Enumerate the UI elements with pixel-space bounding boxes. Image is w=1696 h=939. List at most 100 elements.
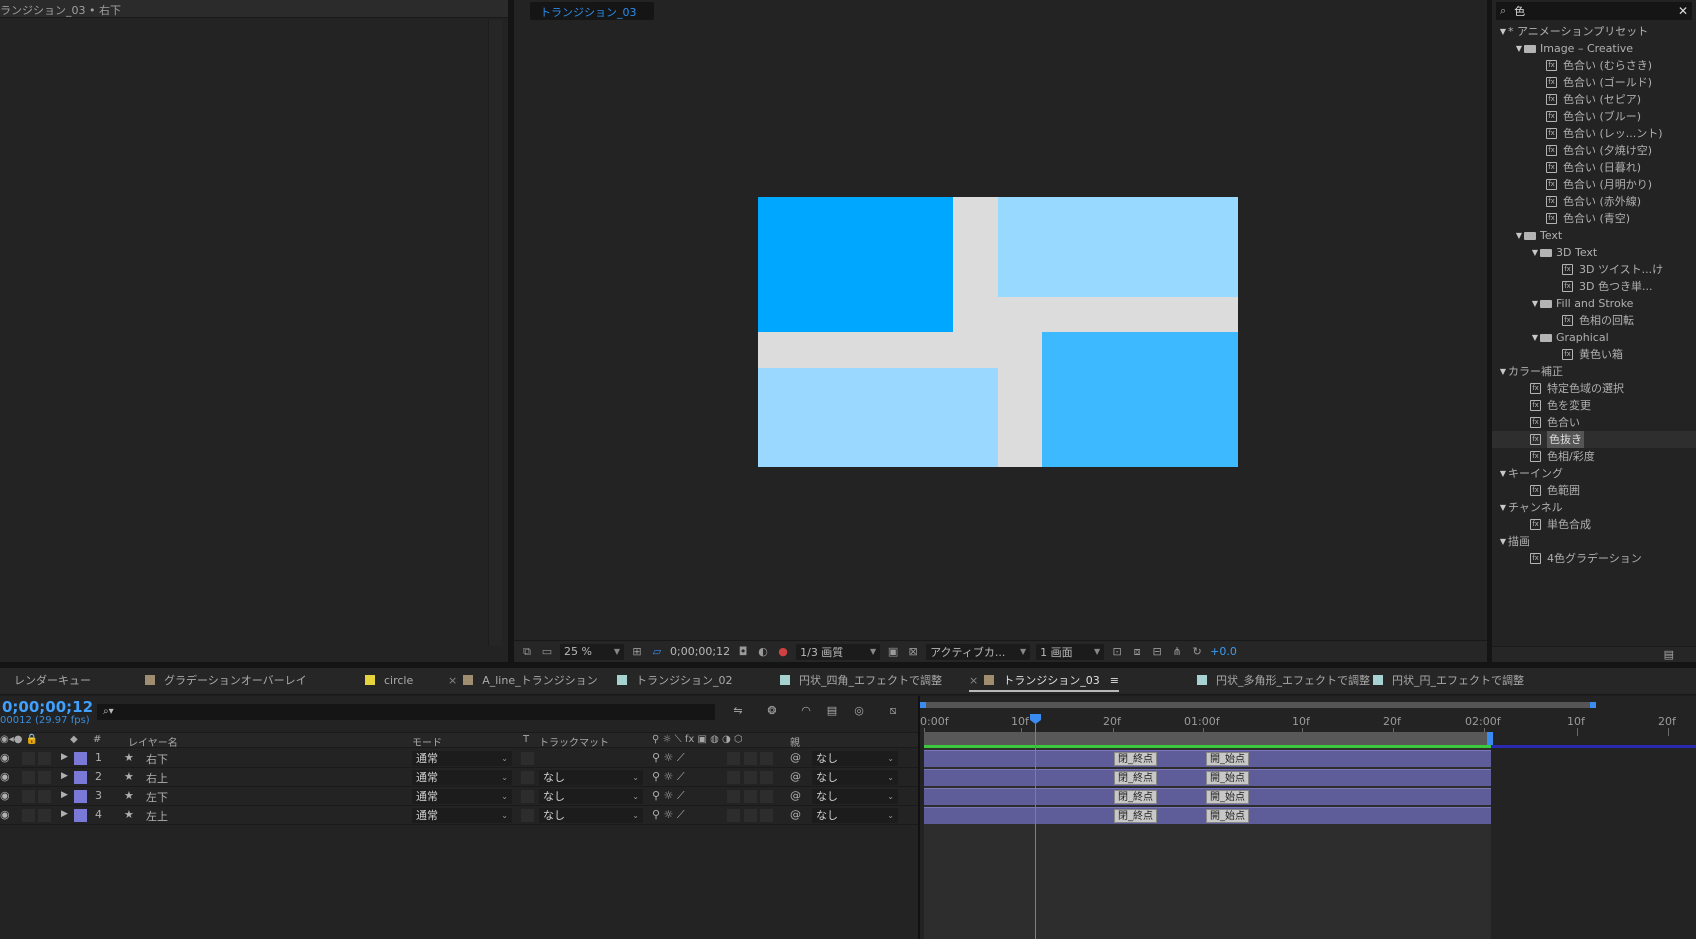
layer-duration-bar[interactable]: 閉_終点 開_始点 (924, 769, 1491, 786)
layer-search-input[interactable]: ⌕▾ (97, 704, 715, 720)
camera-snapshot-icon[interactable]: ◘ (736, 645, 750, 658)
marker-start[interactable]: 開_始点 (1206, 771, 1249, 785)
disclosure-triangle-icon[interactable]: ▼ (1498, 363, 1508, 380)
effect-item[interactable]: fx 色を変更 (1492, 397, 1696, 414)
preserve-transparency-checkbox[interactable] (521, 809, 534, 825)
fast-preview-icon[interactable]: ⧈ (1130, 645, 1144, 658)
layer-switches[interactable]: ⚲ ☼ ⟋ (652, 751, 685, 765)
visibility-eye-icon[interactable]: ◉ (0, 808, 10, 821)
track-matte-dropdown[interactable]: なし ⌄ (539, 770, 643, 785)
lock-switch[interactable] (38, 809, 51, 825)
layer-switches[interactable]: ⚲ ☼ ⟋ (652, 808, 685, 822)
effect-folder[interactable]: ▼ Fill and Stroke (1492, 295, 1696, 312)
marker-end[interactable]: 閉_終点 (1114, 752, 1157, 766)
effects-search-field[interactable]: ⌕ 色 ✕ (1496, 2, 1692, 20)
preserve-transparency-checkbox[interactable] (521, 752, 534, 768)
panel-menu-icon[interactable]: ≡ (1110, 674, 1119, 687)
work-area-top[interactable] (920, 702, 1596, 708)
comp-tab[interactable]: × A_line_トランジション (448, 672, 598, 692)
layer-name[interactable]: 左上 (146, 808, 168, 824)
col-layer-name[interactable]: レイヤー名 (128, 734, 178, 749)
blend-mode-dropdown[interactable]: 通常 ⌄ (412, 751, 512, 766)
transparency-grid-icon[interactable]: ⊠ (906, 645, 920, 658)
fx-switches[interactable] (727, 752, 773, 768)
disclosure-triangle-icon[interactable]: ▼ (1514, 40, 1524, 57)
solo-switch[interactable] (22, 752, 35, 768)
comp-tab[interactable]: グラデーションオーバーレイ (145, 672, 307, 692)
preserve-transparency-checkbox[interactable] (521, 771, 534, 787)
reset-exposure-icon[interactable]: ↻ (1190, 645, 1204, 658)
new-bin-icon[interactable]: ▤ (1664, 648, 1674, 661)
monitor-icon[interactable]: ▭ (540, 645, 554, 658)
effect-item[interactable]: fx 単色合成 (1492, 516, 1696, 533)
comp-tab[interactable]: 円状_円_エフェクトで調整 (1373, 672, 1524, 692)
effect-item[interactable]: fx 色合い (ゴールド) (1492, 74, 1696, 91)
effect-item[interactable]: fx 特定色域の選択 (1492, 380, 1696, 397)
disclosure-triangle-icon[interactable]: ▼ (1530, 244, 1540, 261)
effect-item[interactable]: fx 色合い (レッ...ント) (1492, 125, 1696, 142)
comp-tab[interactable]: トランジション_02 (617, 672, 733, 692)
graph-editor-icon[interactable]: ⧅ (885, 704, 901, 718)
frame-blending-icon[interactable]: ▤ (824, 704, 840, 718)
marker-end[interactable]: 閉_終点 (1114, 790, 1157, 804)
lock-switch[interactable] (38, 771, 51, 787)
layer-label-swatch[interactable] (74, 771, 87, 787)
effect-item[interactable]: fx 色抜き (1492, 431, 1696, 448)
disclosure-triangle-icon[interactable]: ▼ (1498, 465, 1508, 482)
parent-dropdown[interactable]: なし ⌄ (812, 789, 898, 804)
region-of-interest-icon[interactable]: ▣ (886, 645, 900, 658)
comp-tab[interactable]: circle (365, 672, 413, 692)
effect-folder[interactable]: ▼ キーイング (1492, 465, 1696, 482)
layer-duration-bar[interactable]: 閉_終点 開_始点 (924, 750, 1491, 767)
effect-folder[interactable]: ▼ Text (1492, 227, 1696, 244)
layer-switches[interactable]: ⚲ ☼ ⟋ (652, 789, 685, 803)
expand-triangle-icon[interactable]: ▶ (61, 790, 68, 800)
solo-switch[interactable] (22, 809, 35, 825)
disclosure-triangle-icon[interactable]: ▼ (1514, 227, 1524, 244)
resolution-dropdown[interactable]: 1/3 画質 ▼ (796, 643, 881, 660)
effect-item[interactable]: fx 色合い (ブルー) (1492, 108, 1696, 125)
layer-label-swatch[interactable] (74, 809, 87, 825)
effect-folder[interactable]: ▼ カラー補正 (1492, 363, 1696, 380)
mask-icon[interactable]: ▱ (650, 645, 664, 658)
blend-mode-dropdown[interactable]: 通常 ⌄ (412, 808, 512, 823)
marker-start[interactable]: 開_始点 (1206, 790, 1249, 804)
fx-switches[interactable] (727, 790, 773, 806)
parent-dropdown[interactable]: なし ⌄ (812, 751, 898, 766)
marker-end[interactable]: 閉_終点 (1114, 809, 1157, 823)
zoom-dropdown[interactable]: 25 % ▼ (560, 643, 624, 660)
track-matte-dropdown[interactable]: なし ⌄ (539, 808, 643, 823)
blend-mode-dropdown[interactable]: 通常 ⌄ (412, 770, 512, 785)
expand-triangle-icon[interactable]: ▶ (61, 752, 68, 762)
effect-item[interactable]: fx 色合い (夕焼け空) (1492, 142, 1696, 159)
viewer-comp-tab[interactable]: トランジション_03 (530, 2, 654, 20)
lock-switch[interactable] (38, 790, 51, 806)
fit-icon[interactable]: ⊞ (630, 645, 644, 658)
pickwhip-icon[interactable]: @ (790, 789, 801, 802)
flowchart-icon[interactable]: ⋔ (1170, 645, 1184, 658)
effect-item[interactable]: fx 色合い (青空) (1492, 210, 1696, 227)
expand-triangle-icon[interactable]: ▶ (61, 771, 68, 781)
comp-tab[interactable]: × トランジション_03 ≡ (969, 672, 1119, 692)
fx-switches[interactable] (727, 771, 773, 787)
viewer-timecode[interactable]: 0;00;00;12 (670, 645, 730, 658)
expand-triangle-icon[interactable]: ▶ (61, 809, 68, 819)
layer-row[interactable]: ◉ ▶ 3 ★ 左下 通常 ⌄ なし ⌄ ⚲ ☼ ⟋ @ なし ⌄ (0, 787, 918, 806)
track-matte-dropdown[interactable]: なし ⌄ (539, 789, 643, 804)
marker-end[interactable]: 閉_終点 (1114, 771, 1157, 785)
effect-item[interactable]: fx 色範囲 (1492, 482, 1696, 499)
parent-dropdown[interactable]: なし ⌄ (812, 770, 898, 785)
composition-canvas[interactable] (758, 197, 1238, 467)
disclosure-triangle-icon[interactable]: ▼ (1498, 533, 1508, 550)
effect-item[interactable]: fx 色合い (月明かり) (1492, 176, 1696, 193)
blend-mode-dropdown[interactable]: 通常 ⌄ (412, 789, 512, 804)
layer-name[interactable]: 右上 (146, 770, 168, 786)
marker-start[interactable]: 開_始点 (1206, 809, 1249, 823)
fx-switches[interactable] (727, 809, 773, 825)
effect-item[interactable]: fx 色合い (むらさき) (1492, 57, 1696, 74)
effect-item[interactable]: fx 色合い (赤外線) (1492, 193, 1696, 210)
close-tab-icon[interactable]: × (448, 674, 457, 687)
layer-name[interactable]: 右下 (146, 751, 168, 767)
effect-item[interactable]: fx 色相/彩度 (1492, 448, 1696, 465)
close-tab-icon[interactable]: × (969, 674, 978, 687)
